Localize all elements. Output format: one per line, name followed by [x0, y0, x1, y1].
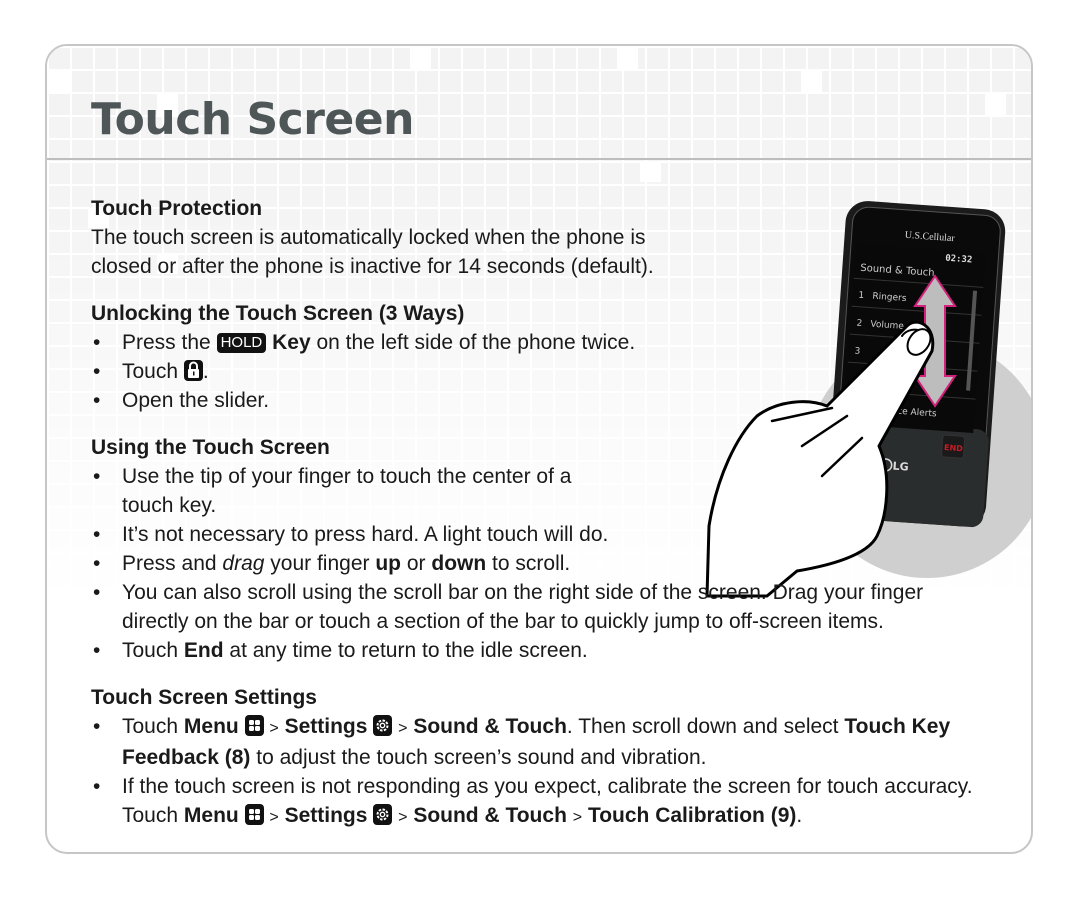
separator: >	[269, 720, 279, 737]
text-italic: drag	[222, 552, 265, 575]
list-item: It’s not necessary to press hard. A ligh…	[91, 520, 991, 549]
text-bold: Sound & Touch	[413, 804, 567, 827]
text: to scroll.	[492, 552, 571, 575]
text: Touch	[122, 715, 179, 738]
settings-gear-icon	[373, 804, 393, 825]
heading-unlocking: Unlocking the Touch Screen (3 Ways)	[91, 302, 465, 325]
text: or	[406, 552, 426, 575]
text: on the left side of the phone twice.	[316, 331, 636, 354]
separator: >	[398, 809, 408, 826]
separator: >	[269, 809, 279, 826]
lock-icon	[183, 360, 203, 381]
text-bold: down	[431, 552, 487, 575]
text: Touch	[122, 360, 179, 383]
section-unlocking: Unlocking the Touch Screen (3 Ways) Pres…	[91, 299, 991, 415]
settings-gear-icon	[373, 715, 393, 736]
text-bold: Sound & Touch	[413, 715, 567, 738]
list-item: Open the slider.	[91, 386, 991, 415]
text-bold: Settings	[284, 804, 368, 827]
heading-touch-protection: Touch Protection	[91, 197, 263, 220]
separator: >	[572, 809, 583, 826]
text: Press the	[122, 331, 211, 354]
text: .	[202, 360, 209, 383]
list-item: Press the HOLD Key on the left side of t…	[91, 328, 991, 357]
content: Touch Protection The touch screen is aut…	[91, 194, 991, 850]
text-bold: Touch Calibration (9)	[587, 804, 797, 827]
list-item: Touch Menu > Settings	[91, 712, 991, 772]
list-item: You can also scroll using the scroll bar…	[91, 578, 991, 636]
menu-grid-icon	[244, 804, 264, 825]
text-bold: Menu	[183, 715, 239, 738]
text: Touch	[122, 639, 179, 662]
title-bar: Touch Screen	[47, 46, 1031, 160]
text: Press and	[122, 552, 217, 575]
text: .	[796, 804, 803, 827]
section-settings: Touch Screen Settings Touch Menu > Setti…	[91, 683, 991, 832]
text: your finger	[270, 552, 370, 575]
text-bold: Menu	[183, 804, 239, 827]
text-bold: up	[375, 552, 401, 575]
list-item: Use the tip of your finger to touch the …	[91, 462, 592, 520]
menu-grid-icon	[244, 715, 264, 736]
section-using: Using the Touch Screen Use the tip of yo…	[91, 433, 991, 665]
text: at any time to return to the idle screen…	[229, 639, 588, 662]
content-card: Touch Screen U.S.Cellular 02:32 Sound & …	[45, 44, 1033, 854]
protection-body: The touch screen is automatically locked…	[91, 226, 654, 278]
list-item: Touch .	[91, 357, 991, 386]
text-bold: Settings	[284, 715, 368, 738]
separator: >	[398, 720, 408, 737]
list-item: If the touch screen is not responding as…	[91, 772, 991, 832]
text: to adjust the touch screen’s sound and v…	[256, 746, 707, 769]
heading-using: Using the Touch Screen	[91, 436, 330, 459]
list-item: Press and drag your finger up or down to…	[91, 549, 991, 578]
section-touch-protection: Touch Protection The touch screen is aut…	[91, 194, 991, 281]
text-bold: End	[183, 639, 224, 662]
hold-key-icon: HOLD	[216, 333, 267, 353]
list-item: Touch End at any time to return to the i…	[91, 636, 991, 665]
text: . Then scroll down and select	[566, 715, 839, 738]
heading-settings: Touch Screen Settings	[91, 686, 317, 709]
text-bold: Key	[272, 331, 311, 354]
page-title: Touch Screen	[91, 94, 414, 145]
